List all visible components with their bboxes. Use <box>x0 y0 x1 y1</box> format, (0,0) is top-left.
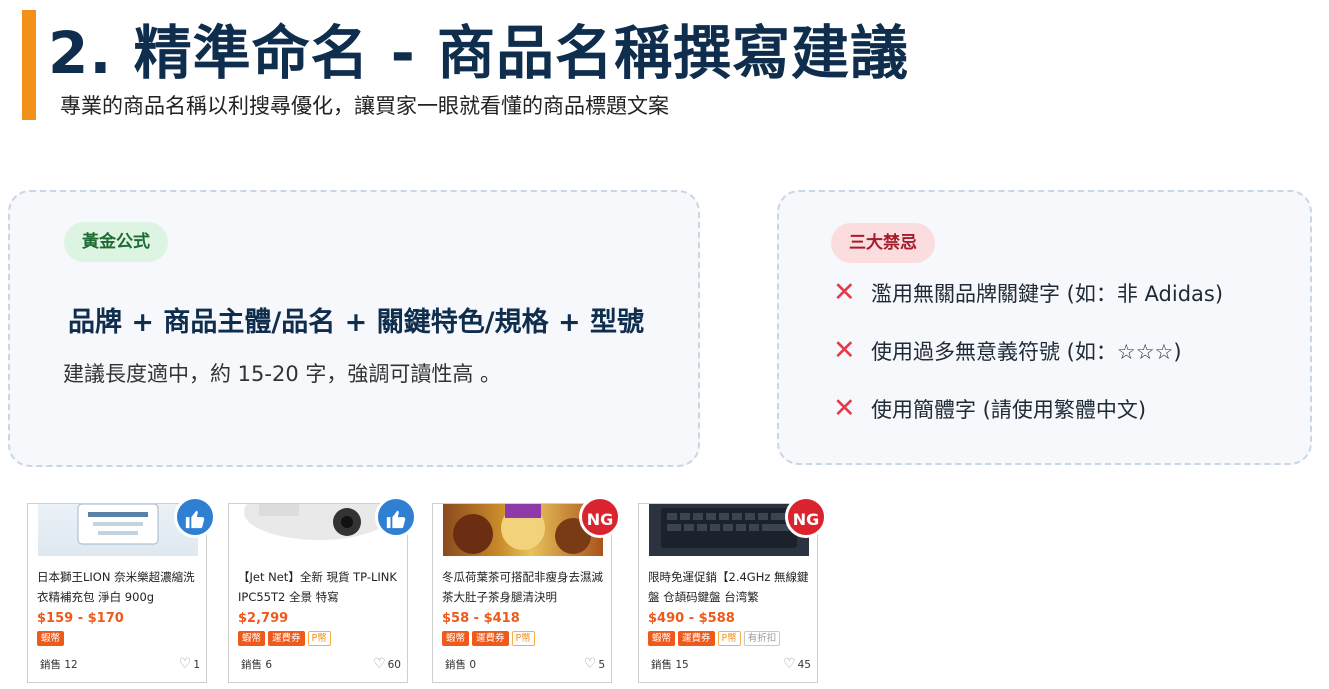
discount-tag: 有折扣 <box>743 631 781 646</box>
shipping-voucher-tag: 運費券 <box>472 631 509 646</box>
page-subtitle: 專業的商品名稱以利搜尋優化，讓買家一眼就看懂的商品標題文案 <box>60 94 669 118</box>
product-tags: 蝦幣 <box>37 631 65 646</box>
taboo-text: 使用簡體字 (請使用繁體中文) <box>871 398 1147 422</box>
taboo-text: 濫用無關品牌關鍵字 (如：非 Adidas) <box>871 282 1224 306</box>
taboo-list: ✕ 濫用無關品牌關鍵字 (如：非 Adidas) ✕ 使用過多無意義符號 (如：… <box>833 278 1223 452</box>
taboo-card: 三大禁忌 ✕ 濫用無關品牌關鍵字 (如：非 Adidas) ✕ 使用過多無意義符… <box>777 190 1312 465</box>
product-likes: ♡ 60 <box>373 656 401 672</box>
product-likes: ♡ 45 <box>783 656 811 672</box>
cross-icon: ✕ <box>833 393 856 424</box>
ng-icon: NG <box>785 496 827 538</box>
product-sales: 銷售 12 <box>40 659 78 671</box>
coin-tag: 蝦幣 <box>238 631 266 646</box>
product-sales: 銷售 6 <box>241 659 273 671</box>
product-sales: 銷售 0 <box>445 659 477 671</box>
cross-icon: ✕ <box>833 335 856 366</box>
heart-icon: ♡ <box>583 656 597 672</box>
product-likes: ♡ 5 <box>584 656 605 672</box>
golden-formula: 品牌 + 商品主體/品名 + 關鍵特色/規格 + 型號 <box>68 307 644 338</box>
cross-icon: ✕ <box>833 277 856 308</box>
length-advice: 建議長度適中，約 15-20 字，強調可讀性高 。 <box>63 362 502 386</box>
product-name: 日本獅王LION 奈米樂超濃縮洗衣精補充包 淨白 900g <box>37 570 195 604</box>
thumbs-up-icon <box>174 496 216 538</box>
product-card[interactable]: NG 冬瓜荷葉茶可搭配非瘦身去濕減茶大肚子茶身腿清決明 $58 - $418 蝦… <box>432 496 621 683</box>
p-coin-tag: P幣 <box>717 631 741 646</box>
golden-formula-badge: 黃金公式 <box>64 222 168 262</box>
coin-tag: 蝦幣 <box>37 631 65 646</box>
product-name: 【Jet Net】全新 現貨 TP-LINK IPC55T2 全景 特寫 <box>238 570 397 604</box>
thumbs-up-icon <box>375 496 417 538</box>
golden-formula-card: 黃金公式 品牌 + 商品主體/品名 + 關鍵特色/規格 + 型號 建議長度適中，… <box>8 190 700 467</box>
shipping-voucher-tag: 運費券 <box>268 631 305 646</box>
like-count: 5 <box>598 659 605 671</box>
coin-tag: 蝦幣 <box>648 631 676 646</box>
product-name: 冬瓜荷葉茶可搭配非瘦身去濕減茶大肚子茶身腿清決明 <box>442 570 603 604</box>
product-price: $490 - $588 <box>648 611 735 626</box>
product-card[interactable]: 日本獅王LION 奈米樂超濃縮洗衣精補充包 淨白 900g $159 - $17… <box>27 496 216 683</box>
like-count: 60 <box>387 659 401 671</box>
product-likes: ♡ 1 <box>179 656 200 672</box>
heart-icon: ♡ <box>783 656 796 672</box>
taboo-item: ✕ 使用過多無意義符號 (如：☆☆☆) <box>833 336 1223 366</box>
product-card[interactable]: 【Jet Net】全新 現貨 TP-LINK IPC55T2 全景 特寫 $2,… <box>228 496 417 683</box>
taboo-item: ✕ 使用簡體字 (請使用繁體中文) <box>833 394 1223 424</box>
product-tags: 蝦幣 運費券 P幣 <box>442 631 535 646</box>
taboo-badge: 三大禁忌 <box>831 223 935 263</box>
product-name: 限時免運促銷【2.4GHz 無線鍵盤 仓頡码鍵盤 台湾繁 <box>648 570 809 604</box>
p-coin-tag: P幣 <box>511 631 535 646</box>
taboo-item: ✕ 濫用無關品牌關鍵字 (如：非 Adidas) <box>833 278 1223 308</box>
product-tags: 蝦幣 運費券 P幣 <box>238 631 331 646</box>
taboo-text: 使用過多無意義符號 (如：☆☆☆) <box>871 340 1182 364</box>
product-price: $2,799 <box>238 611 289 626</box>
p-coin-tag: P幣 <box>307 631 331 646</box>
like-count: 45 <box>797 659 811 671</box>
product-price: $58 - $418 <box>442 611 520 626</box>
heart-icon: ♡ <box>373 656 386 672</box>
product-sales: 銷售 15 <box>651 659 689 671</box>
shipping-voucher-tag: 運費券 <box>678 631 715 646</box>
page-title: 2. 精準命名 - 商品名稱撰寫建議 <box>48 19 910 87</box>
heart-icon: ♡ <box>178 656 192 672</box>
ng-icon: NG <box>579 496 621 538</box>
title-accent-bar <box>22 10 36 120</box>
coin-tag: 蝦幣 <box>442 631 470 646</box>
product-card[interactable]: NG 限時免運促銷【2.4GHz 無線鍵盤 仓頡码鍵盤 台湾繁 $490 - $… <box>638 496 827 683</box>
product-price: $159 - $170 <box>37 611 124 626</box>
like-count: 1 <box>193 659 200 671</box>
product-tags: 蝦幣 運費券 P幣 有折扣 <box>648 631 781 646</box>
